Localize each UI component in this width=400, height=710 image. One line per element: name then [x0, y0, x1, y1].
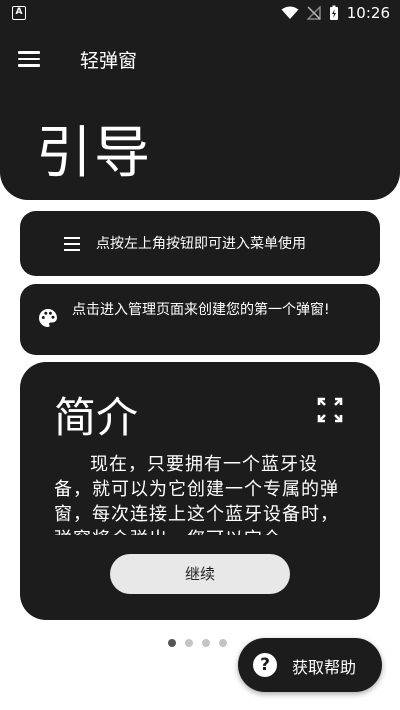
palette-icon: [39, 309, 57, 327]
intro-title: 简介: [54, 393, 139, 442]
status-icons: 10:26: [281, 4, 390, 22]
intro-body: 现在，只要拥有一个蓝牙设备，就可以为它创建一个专属的弹窗，每次连接上这个蓝牙设备…: [54, 454, 339, 535]
get-help-label: 获取帮助: [292, 658, 357, 677]
no-signal-icon: [306, 6, 321, 20]
continue-button[interactable]: 继续: [110, 554, 290, 594]
page-dot[interactable]: [185, 639, 193, 647]
tip-card-menu: 点按左上角按钮即可进入菜单使用: [20, 211, 380, 276]
battery-charging-icon: [329, 5, 338, 20]
page-dot[interactable]: [219, 639, 227, 647]
page-dot[interactable]: [168, 639, 176, 647]
app-notification-icon: A: [12, 6, 26, 20]
wifi-icon: [281, 6, 299, 19]
tip-text: 点按左上角按钮即可进入菜单使用: [96, 236, 306, 252]
page-title: 引导: [36, 121, 152, 186]
app-title: 轻弹窗: [80, 50, 138, 72]
fullscreen-icon[interactable]: [316, 396, 344, 424]
app-bar: 轻弹窗: [0, 28, 400, 90]
tip-card-create[interactable]: 点击进入管理页面来创建您的第一个弹窗!: [20, 284, 380, 355]
get-help-button[interactable]: ? 获取帮助: [238, 638, 382, 692]
status-time: 10:26: [346, 4, 390, 22]
page-dot[interactable]: [202, 639, 210, 647]
page-indicator: [168, 639, 227, 647]
tip-text: 点击进入管理页面来创建您的第一个弹窗!: [72, 302, 330, 318]
menu-button[interactable]: [18, 47, 44, 69]
hero-header: 引导: [0, 90, 400, 200]
intro-card: 简介 现在，只要拥有一个蓝牙设备，就可以为它创建一个专属的弹窗，每次连接上这个蓝…: [20, 362, 380, 620]
status-bar: A 10:26: [0, 0, 400, 28]
menu-icon: [64, 237, 82, 251]
help-icon: ?: [253, 653, 277, 677]
